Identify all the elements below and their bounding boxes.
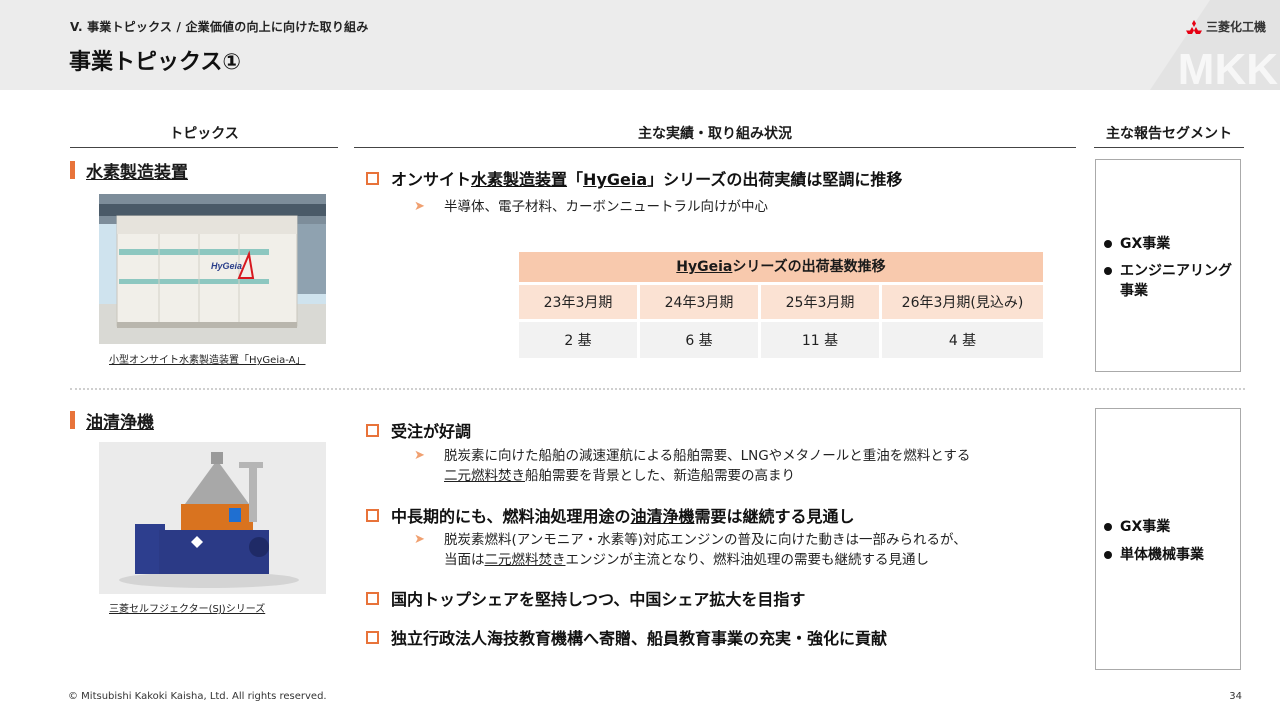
segment-item: GX事業 [1104,517,1170,537]
table-header-row: 23年3月期 24年3月期 25年3月期 26年3月期(見込み) [519,285,1043,319]
segment-box-oil-purifier [1095,408,1241,670]
copyright: © Mitsubishi Kakoki Kaisha, Ltd. All rig… [68,691,327,702]
hydrogen-bullet-1: オンサイト水素製造装置「HyGeia」シリーズの出荷実績は堅調に推移 [366,166,902,190]
arrow-bullet-icon: ➤ [414,532,425,547]
table-header-cell: 26年3月期(見込み) [882,285,1043,319]
hygeia-caption: 小型オンサイト水素製造装置「HyGeia-A」 [109,355,306,366]
section-divider [70,388,1245,390]
logo-text: 三菱化工機 [1205,20,1266,34]
square-bullet-icon [366,591,379,605]
hygeia-shipment-table: HyGeiaシリーズの出荷基数推移 23年3月期 24年3月期 25年3月期 2… [519,252,1043,358]
page-title: 事業トピックス① [69,50,241,75]
square-bullet-icon [366,630,379,644]
hygeia-photo: HyGeia [99,194,326,344]
square-bullet-icon [366,171,379,185]
oil-bullet-4: 独立行政法人海技教育機構へ寄贈、船員教育事業の充実・強化に貢献 [366,625,887,649]
table-header-cell: 23年3月期 [519,285,637,319]
arrow-bullet-icon: ➤ [414,199,425,214]
oil-bullet-2: 中長期的にも、燃料油処理用途の油清浄機需要は継続する見通し [366,503,855,527]
breadcrumb: V. 事業トピックス / 企業価値の向上に向けた取り組み [70,20,369,34]
square-bullet-icon [366,423,379,437]
bullet-dot-icon [1104,240,1112,248]
column-header-status: 主な実績・取り組み状況 [354,123,1076,148]
page-number: 34 [1229,691,1242,702]
square-bullet-icon [366,508,379,522]
segment-item: 単体機械事業 [1104,545,1204,565]
column-header-topics: トピックス [70,123,338,148]
separator-photo [99,442,326,594]
oil-sub-1: ➤ 脱炭素に向けた船舶の減速運航による船舶需要、LNGやメタノールと重油を燃料と… [414,448,971,484]
oil-sub-2: ➤ 脱炭素燃料(アンモニア・水素等)対応エンジンの普及に向けた動きは一部みられる… [414,532,967,568]
bullet-dot-icon [1104,551,1112,559]
hydrogen-sub-1: ➤ 半導体、電子材料、カーボンニュートラル向けが中心 [414,199,768,215]
bullet-dot-icon [1104,267,1112,275]
separator-caption: 三菱セルフジェクター(SJ)シリーズ [109,604,266,615]
table-value-cell: 4 基 [882,322,1043,358]
three-diamonds-icon [1185,19,1202,34]
section-title-oil-purifier: 油清浄機 [70,408,154,433]
oil-bullet-1: 受注が好調 [366,418,471,442]
header-band: MKK V. 事業トピックス / 企業価値の向上に向けた取り組み 事業トピックス… [0,0,1280,90]
segment-item: エンジニアリング事業 [1104,261,1234,301]
watermark-text: MKK [1178,45,1278,90]
svg-text:HyGeia: HyGeia [211,261,242,271]
table-title: HyGeiaシリーズの出荷基数推移 [519,252,1043,282]
table-value-cell: 11 基 [761,322,879,358]
segment-item: GX事業 [1104,234,1170,254]
bullet-dot-icon [1104,523,1112,531]
table-value-row: 2 基 6 基 11 基 4 基 [519,322,1043,358]
arrow-bullet-icon: ➤ [414,448,425,463]
table-value-cell: 2 基 [519,322,637,358]
oil-bullet-3: 国内トップシェアを堅持しつつ、中国シェア拡大を目指す [366,586,805,610]
table-header-cell: 24年3月期 [640,285,758,319]
section-title-hydrogen: 水素製造装置 [70,158,188,183]
column-header-segment: 主な報告セグメント [1094,123,1244,148]
company-logo: 三菱化工機 [1185,18,1266,35]
table-value-cell: 6 基 [640,322,758,358]
mkk-watermark: MKK [1150,0,1280,90]
table-header-cell: 25年3月期 [761,285,879,319]
